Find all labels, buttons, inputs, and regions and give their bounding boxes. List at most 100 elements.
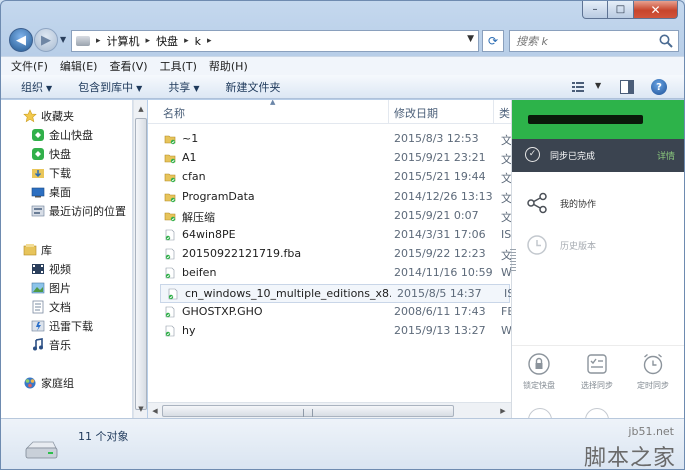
sync-detail-link[interactable]: 详情 (657, 149, 675, 162)
file-row[interactable]: GHOSTXP.GHO 2008/6/11 17:43 FE (158, 303, 511, 322)
nav-item-jinshan-kuaipan[interactable]: 金山快盘 (31, 126, 93, 144)
scroll-up-icon[interactable]: ▲ (135, 102, 147, 116)
lock-kuaipan-label: 锁定快盘 (523, 381, 555, 390)
preview-pane-icon[interactable] (620, 80, 634, 94)
nav-item-thunder-downloads[interactable]: 迅雷下载 (31, 317, 93, 335)
nav-favorites[interactable]: 收藏夹 (23, 107, 74, 125)
organize-button[interactable]: 组织 ▼ (21, 79, 52, 95)
scroll-right-icon[interactable]: ▶ (497, 404, 509, 418)
breadcrumb-k[interactable]: k (195, 35, 201, 48)
menu-edit[interactable]: 编辑(E) (60, 58, 98, 74)
menu-tools[interactable]: 工具(T) (160, 58, 197, 74)
file-row[interactable]: ~1 2015/8/3 12:53 文 (158, 130, 511, 149)
my-collaboration-button[interactable]: 我的协作 (512, 184, 684, 224)
menu-view[interactable]: 查看(V) (109, 58, 147, 74)
new-folder-button[interactable]: 新建文件夹 (225, 79, 280, 95)
file-row[interactable]: 20150922121719.fba 2015/9/22 12:23 文 (158, 245, 511, 264)
menu-help[interactable]: 帮助(H) (209, 58, 248, 74)
sync-divider (512, 345, 684, 346)
kuaipan-icon (32, 148, 44, 160)
nav-item-label: 下载 (49, 167, 71, 180)
scrollbar-thumb[interactable] (135, 118, 147, 410)
version-history-button[interactable]: 历史版本 (512, 226, 684, 266)
nav-homegroup[interactable]: 家庭组 (23, 374, 74, 392)
nav-item-kuaipan[interactable]: 快盘 (31, 145, 71, 163)
file-name: ~1 (182, 132, 199, 145)
chevron-right-icon[interactable]: ▸ (94, 36, 103, 46)
documents-icon (32, 300, 44, 314)
breadcrumb-computer[interactable]: 计算机 (107, 33, 140, 49)
close-button[interactable]: ✕ (634, 1, 678, 19)
back-button[interactable]: ◀ (9, 28, 33, 52)
chevron-down-icon: ▼ (193, 83, 200, 93)
nav-item-documents[interactable]: 文档 (31, 298, 71, 316)
refresh-button[interactable]: ⟳ (482, 30, 504, 52)
checklist-icon (587, 354, 607, 374)
arrow-right-icon: ▶ (41, 32, 51, 48)
chevron-right-icon[interactable]: ▸ (144, 36, 153, 46)
sync-header (512, 100, 684, 139)
column-name[interactable]: 名称 (163, 105, 185, 121)
file-row[interactable]: 64win8PE 2014/3/31 17:06 IS (158, 226, 511, 245)
address-bar[interactable]: ▸ 计算机 ▸ 快盘 ▸ k ▸ ▼ (71, 30, 479, 52)
search-icon[interactable] (658, 33, 674, 49)
scroll-down-icon[interactable]: ▼ (135, 402, 147, 416)
file-row[interactable]: hy 2015/9/13 13:27 W (158, 322, 511, 341)
nav-libraries[interactable]: 库 (23, 241, 52, 259)
scheduled-sync-button[interactable]: 定时同步 (628, 352, 678, 391)
nav-item-pictures[interactable]: 图片 (31, 279, 71, 297)
column-date[interactable]: 修改日期 (394, 105, 438, 121)
include-in-library-label: 包含到库中 (78, 80, 134, 94)
chevron-right-icon[interactable]: ▸ (182, 36, 191, 46)
chevron-right-icon[interactable]: ▸ (205, 36, 214, 46)
navigation-pane-scrollbar[interactable]: ▲ ▼ (133, 100, 147, 418)
menu-file[interactable]: 文件(F) (11, 58, 48, 74)
forward-button[interactable]: ▶ (34, 28, 58, 52)
file-row[interactable]: beifen 2014/11/16 10:59 W (158, 264, 511, 283)
history-dropdown[interactable]: ▼ (60, 35, 66, 44)
file-type: 文 (501, 191, 511, 205)
nav-item-desktop[interactable]: 桌面 (31, 183, 71, 201)
column-header: ▲ 名称 修改日期 类 (148, 100, 511, 124)
search-input[interactable] (516, 34, 656, 48)
nav-item-videos[interactable]: 视频 (31, 260, 71, 278)
file-row[interactable]: ProgramData 2014/12/26 13:13 文 (158, 188, 511, 207)
view-options-icon[interactable] (571, 80, 585, 94)
file-list-hscrollbar[interactable]: ◀ ▶ (148, 402, 511, 418)
desktop-icon (31, 187, 45, 198)
address-dropdown-icon[interactable]: ▼ (467, 34, 474, 44)
scroll-left-icon[interactable]: ◀ (149, 404, 161, 418)
file-date: 2015/9/21 0:07 (394, 208, 479, 222)
panel-resize-handle[interactable] (510, 249, 516, 271)
file-type: 文 (501, 134, 511, 147)
view-dropdown-icon[interactable]: ▼ (595, 81, 601, 90)
file-type: IS (504, 286, 511, 300)
version-history-label: 历史版本 (560, 242, 597, 252)
more-tool-icon[interactable] (528, 408, 552, 418)
file-row[interactable]: cfan 2015/5/21 19:44 文 (158, 168, 511, 187)
scrollbar-thumb[interactable] (162, 405, 454, 417)
search-box[interactable] (509, 30, 679, 52)
select-sync-button[interactable]: 选择同步 (572, 352, 622, 391)
maximize-button[interactable]: □ (608, 1, 634, 19)
kuaipan-icon (32, 129, 44, 141)
file-date: 2015/8/5 14:37 (397, 286, 482, 300)
share-button[interactable]: 共享 ▼ (168, 79, 199, 95)
file-row[interactable]: A1 2015/9/21 23:21 文 (158, 149, 511, 168)
help-icon[interactable]: ? (651, 79, 667, 95)
lock-kuaipan-button[interactable]: 锁定快盘 (514, 352, 564, 391)
nav-libraries-label: 库 (41, 244, 52, 257)
column-type[interactable]: 类 (499, 105, 510, 121)
file-type: FE (501, 304, 511, 318)
column-divider[interactable] (388, 100, 389, 124)
column-divider[interactable] (493, 100, 494, 124)
nav-item-music[interactable]: 音乐 (31, 336, 71, 354)
minimize-button[interactable]: – (582, 1, 608, 19)
more-tool-icon[interactable] (585, 408, 609, 418)
file-row[interactable]: cn_windows_10_multiple_editions_x8... 201… (160, 283, 511, 303)
include-in-library-button[interactable]: 包含到库中 ▼ (78, 79, 142, 95)
nav-item-downloads[interactable]: 下载 (31, 164, 71, 182)
breadcrumb-kuaipan[interactable]: 快盘 (156, 33, 178, 49)
file-row[interactable]: 解压缩 2015/9/21 0:07 文 (158, 207, 511, 226)
nav-item-recent-places[interactable]: 最近访问的位置 (31, 202, 126, 220)
